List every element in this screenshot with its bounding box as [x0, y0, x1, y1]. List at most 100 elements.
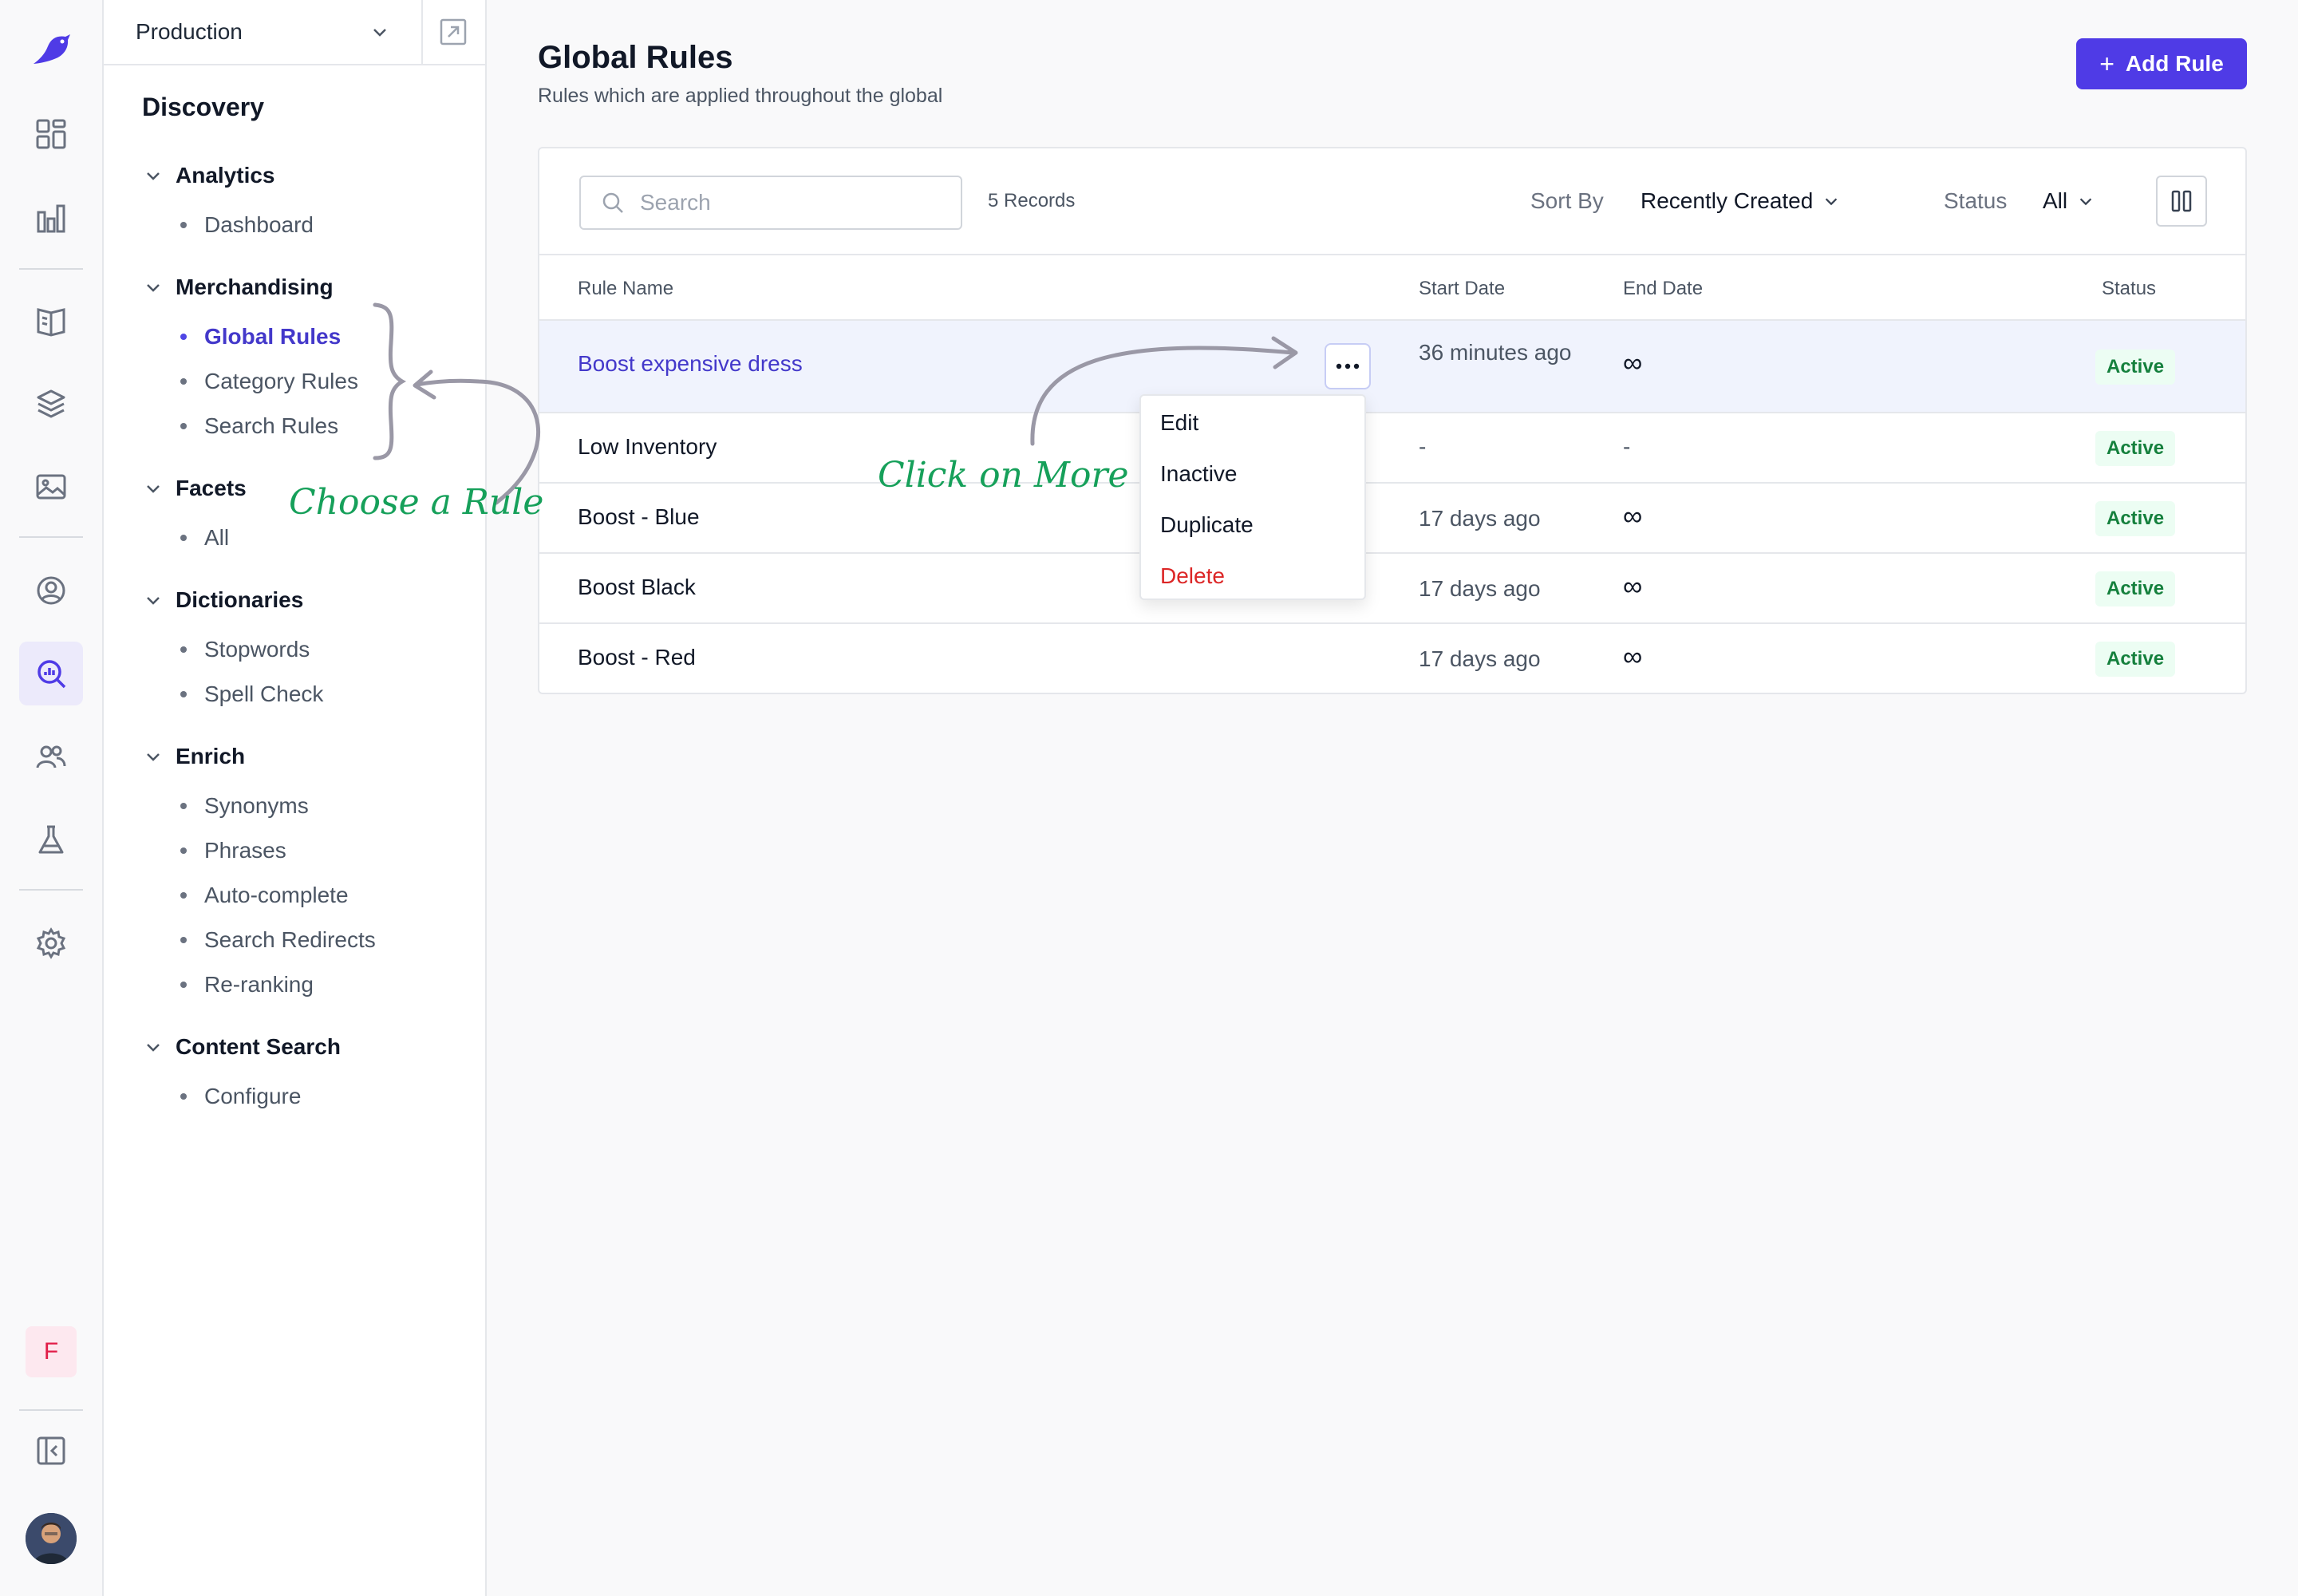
nav-group-content-search[interactable]: Content Search	[144, 1031, 341, 1063]
rules-card: 5 Records Sort By Recently Created Statu…	[538, 147, 2247, 694]
nav-group-enrich[interactable]: Enrich	[144, 741, 245, 772]
bullet-icon	[180, 1093, 187, 1100]
nav-group-label: Facets	[176, 476, 247, 500]
nav-item-stopwords[interactable]: Stopwords	[180, 634, 310, 666]
end-date: -	[1623, 434, 1631, 459]
navigation-panel: Production Discovery Analytics Dashboard…	[104, 0, 487, 1596]
add-rule-button[interactable]: + Add Rule	[2076, 38, 2247, 89]
bullet-icon	[180, 423, 187, 429]
bullet-icon	[180, 892, 187, 899]
avatar[interactable]	[26, 1513, 77, 1564]
bullet-icon	[180, 334, 187, 340]
rule-name[interactable]: Boost Black	[578, 575, 696, 600]
table-row[interactable]: Boost - Blue 17 days ago ∞ Active	[539, 484, 2245, 554]
column-header-start-date[interactable]: Start Date	[1419, 278, 1505, 300]
icon-rail: F	[0, 0, 104, 1596]
sort-select[interactable]: Recently Created	[1641, 188, 1840, 214]
table-row[interactable]: Boost Black 17 days ago ∞ Active	[539, 554, 2245, 624]
bullet-icon	[180, 937, 187, 943]
plus-icon: +	[2099, 49, 2114, 78]
nav-item-auto-complete[interactable]: Auto-complete	[180, 879, 349, 911]
table-row[interactable]: Boost expensive dress 36 minutes ago ∞ A…	[539, 321, 2245, 413]
layers-icon[interactable]	[19, 372, 83, 436]
rail-divider	[19, 1409, 83, 1411]
user-circle-icon[interactable]	[19, 559, 83, 622]
rule-name-link[interactable]: Boost expensive dress	[578, 351, 803, 377]
columns-toggle-button[interactable]	[2156, 176, 2207, 227]
start-date: 17 days ago	[1419, 506, 1541, 531]
nav-item-configure[interactable]: Configure	[180, 1080, 301, 1112]
more-actions-button[interactable]	[1325, 343, 1371, 389]
open-external-icon[interactable]	[439, 18, 468, 46]
nav-item-phrases[interactable]: Phrases	[180, 835, 286, 867]
search-discovery-icon[interactable]	[19, 642, 83, 705]
catalog-book-icon[interactable]	[19, 289, 83, 353]
rail-divider	[19, 268, 83, 270]
nav-item-global-rules[interactable]: Global Rules	[180, 321, 341, 353]
nav-item-synonyms[interactable]: Synonyms	[180, 790, 309, 822]
chevron-down-icon	[373, 29, 386, 37]
users-group-icon[interactable]	[19, 725, 83, 788]
column-header-status[interactable]: Status	[2102, 278, 2156, 300]
add-rule-label: Add Rule	[2125, 51, 2224, 76]
nav-group-analytics[interactable]: Analytics	[144, 160, 275, 192]
bullet-icon	[180, 847, 187, 854]
rail-divider	[19, 889, 83, 891]
search-input[interactable]	[640, 190, 943, 215]
rule-name[interactable]: Boost - Blue	[578, 504, 700, 530]
page-title: Global Rules	[538, 40, 733, 75]
nav-group-facets[interactable]: Facets	[144, 472, 247, 504]
environment-value: Production	[136, 19, 243, 44]
analytics-bars-icon[interactable]	[19, 187, 83, 251]
table-row[interactable]: Boost - Red 17 days ago ∞ Active	[539, 624, 2245, 693]
end-date-infinity: ∞	[1623, 501, 1643, 531]
nav-item-all-facets[interactable]: All	[180, 522, 229, 554]
column-header-end-date[interactable]: End Date	[1623, 278, 1703, 300]
dashboard-grid-icon[interactable]	[19, 102, 83, 166]
nav-item-label: All	[204, 525, 230, 550]
gear-icon[interactable]	[19, 911, 83, 975]
menu-item-inactive[interactable]: Inactive	[1160, 461, 1238, 487]
nav-item-label: Configure	[204, 1084, 302, 1108]
start-date: 36 minutes ago	[1419, 340, 1572, 365]
nav-group-label: Content Search	[176, 1034, 341, 1059]
rule-name[interactable]: Boost - Red	[578, 645, 696, 670]
nav-item-search-redirects[interactable]: Search Redirects	[180, 924, 376, 956]
chevron-down-icon	[147, 753, 160, 761]
end-date-infinity: ∞	[1623, 571, 1643, 602]
nav-item-dashboard[interactable]: Dashboard	[180, 209, 314, 241]
status-badge: Active	[2095, 642, 2176, 677]
image-gallery-icon[interactable]	[19, 455, 83, 519]
menu-item-edit[interactable]: Edit	[1160, 410, 1198, 436]
menu-item-duplicate[interactable]: Duplicate	[1160, 512, 1254, 538]
choose-rule-annotation: Choose a Rule	[289, 482, 544, 523]
nav-item-search-rules[interactable]: Search Rules	[180, 410, 338, 442]
nav-group-dictionaries[interactable]: Dictionaries	[144, 584, 303, 616]
bullet-icon	[180, 646, 187, 653]
search-icon	[602, 192, 623, 213]
workspace-badge[interactable]: F	[26, 1326, 77, 1377]
table-row[interactable]: Low Inventory - - Active	[539, 413, 2245, 484]
nav-group-merchandising[interactable]: Merchandising	[144, 271, 334, 303]
nav-item-category-rules[interactable]: Category Rules	[180, 365, 358, 397]
column-header-rule-name[interactable]: Rule Name	[578, 278, 673, 300]
brand-logo-icon[interactable]	[19, 19, 83, 83]
nav-item-spell-check[interactable]: Spell Check	[180, 678, 323, 710]
menu-item-delete[interactable]: Delete	[1160, 563, 1225, 589]
environment-select[interactable]: Production	[104, 0, 423, 64]
nav-item-label: Stopwords	[204, 637, 310, 662]
collapse-sidebar-icon[interactable]	[19, 1419, 83, 1483]
start-date: -	[1419, 434, 1427, 459]
status-filter-select[interactable]: All	[2043, 188, 2095, 214]
rule-name[interactable]: Low Inventory	[578, 434, 717, 460]
search-field[interactable]	[579, 176, 962, 230]
nav-item-re-ranking[interactable]: Re-ranking	[180, 969, 314, 1001]
nav-item-label: Spell Check	[204, 681, 324, 706]
lab-flask-icon[interactable]	[19, 808, 83, 871]
nav-title: Discovery	[142, 93, 264, 121]
chevron-down-icon	[147, 485, 160, 493]
nav-item-label: Category Rules	[204, 369, 358, 393]
records-count: 5 Records	[988, 190, 1076, 211]
nav-item-label: Search Redirects	[204, 927, 376, 952]
nav-item-label: Dashboard	[204, 212, 314, 237]
